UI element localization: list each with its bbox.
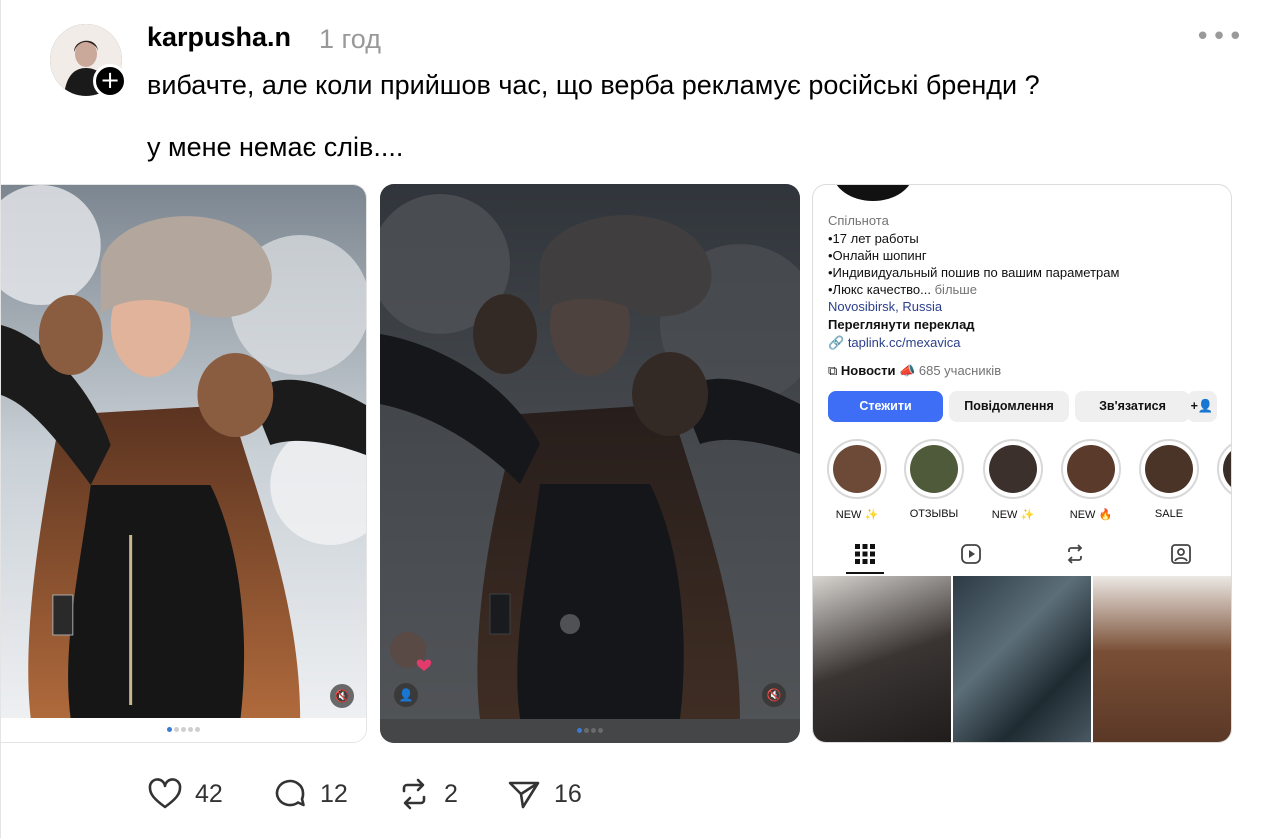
dim-overlay [380, 184, 800, 743]
profile-link[interactable]: taplink.cc/mexavica [848, 335, 961, 350]
author-username[interactable]: karpusha.n [147, 22, 291, 53]
comments-count: 12 [320, 779, 348, 808]
heart-icon [148, 778, 182, 809]
share-action[interactable]: 16 [506, 776, 582, 812]
mute-icon[interactable]: 🔇 [330, 684, 354, 708]
profile-more-link[interactable]: більше [935, 282, 977, 297]
profile-avatar-partial [833, 185, 913, 201]
grid-post-brown-coat[interactable] [1093, 576, 1231, 742]
highlight-label: NEW ✨ [991, 509, 1035, 521]
post-caption-line-1: вибачте, але коли прийшов час, що верба … [147, 70, 1040, 100]
channel-name: Новости [840, 363, 896, 378]
channel-row[interactable]: ⧉ Новости 📣 685 учасників [828, 363, 1001, 379]
media-image-2[interactable]: 👤 🔇 [380, 184, 800, 743]
highlight-label: NEW ✨ [835, 509, 879, 521]
highlight-item[interactable]: SALE [1139, 439, 1199, 520]
media-image-1[interactable]: 🔇 [1, 184, 367, 743]
grid-post-fur-coat[interactable] [813, 576, 951, 742]
reposts-tab-icon[interactable] [1063, 543, 1087, 567]
profile-location[interactable]: Novosibirsk, Russia [828, 299, 942, 314]
highlight-image [1067, 445, 1115, 493]
channel-icon: ⧉ [828, 363, 838, 378]
highlight-image [910, 445, 958, 493]
likes-count: 42 [195, 779, 223, 808]
tagged-tab-icon[interactable] [1169, 543, 1193, 567]
profile-link-row[interactable]: 🔗 taplink.cc/mexavica [828, 335, 961, 351]
follow-button[interactable]: Стежити [828, 391, 943, 422]
media-image-3-profile-screenshot[interactable]: Спільнота •17 лет работы •Онлайн шопинг … [812, 184, 1232, 743]
highlight-image [1223, 445, 1231, 493]
profile-bio-line: •Индивидуальный пошив по вашим параметра… [828, 265, 1120, 280]
highlight-item[interactable]: ОТЗЫВЫ [904, 439, 964, 520]
carousel-dots-2 [380, 719, 800, 743]
shares-count: 16 [554, 779, 582, 808]
profile-bio-line: •17 лет работы [828, 231, 919, 246]
profile-category: Спільнота [828, 213, 889, 228]
repost-action[interactable]: 2 [396, 776, 458, 812]
highlight-image [1145, 445, 1193, 493]
repost-icon [402, 778, 426, 810]
post-caption-line-2: у мене немає слів.... [147, 132, 404, 162]
highlight-label: S [1217, 508, 1231, 520]
carousel-dots [1, 718, 366, 742]
highlight-image [989, 445, 1037, 493]
megaphone-icon: 📣 [899, 363, 916, 378]
photo-woman-in-fur-hat [1, 185, 366, 720]
author-avatar[interactable]: + [50, 24, 127, 98]
highlight-item[interactable]: S [1217, 439, 1231, 520]
like-action[interactable]: 42 [147, 776, 223, 812]
grid-tab-icon[interactable] [853, 543, 877, 567]
reels-tab-icon[interactable] [959, 543, 983, 567]
comment-icon [275, 779, 305, 807]
link-icon: 🔗 [828, 335, 845, 350]
translate-link[interactable]: Переглянути переклад [828, 317, 975, 332]
highlight-label: SALE [1154, 508, 1184, 520]
message-button[interactable]: Повідомлення [949, 391, 1069, 422]
highlight-image [833, 445, 881, 493]
reposts-count: 2 [444, 779, 458, 808]
contact-button[interactable]: Зв'язатися [1075, 391, 1190, 422]
highlight-item[interactable]: NEW ✨ [827, 439, 887, 521]
highlight-label: NEW 🔥 [1069, 509, 1113, 521]
mute-icon-2[interactable]: 🔇 [762, 683, 786, 707]
small-avatar-heart-icon [390, 632, 432, 671]
profile-bio-line: •Онлайн шопинг [828, 248, 927, 263]
profile-tabs [813, 535, 1231, 575]
more-options-icon[interactable]: ••• [1195, 22, 1244, 52]
highlight-item[interactable]: NEW 🔥 [1061, 439, 1121, 521]
comment-action[interactable]: 12 [272, 776, 348, 812]
profile-bio-text: •Люкс качество... [828, 282, 931, 297]
channel-members: 685 учасників [918, 363, 1002, 378]
profile-bio-line-4: •Люкс качество... більше [828, 282, 977, 297]
post-time[interactable]: 1 год [319, 24, 381, 55]
add-user-button[interactable]: +👤 [1187, 391, 1217, 422]
highlight-label: ОТЗЫВЫ [909, 508, 959, 520]
active-tab-indicator [846, 572, 884, 574]
follow-plus-icon[interactable]: + [93, 64, 127, 98]
user-icon[interactable]: 👤 [394, 683, 418, 707]
send-icon [508, 781, 540, 809]
thread-post: + karpusha.n 1 год ••• вибачте, але коли… [0, 0, 1280, 838]
grid-post-fur-texture[interactable] [953, 576, 1091, 742]
highlight-item[interactable]: NEW ✨ [983, 439, 1043, 521]
